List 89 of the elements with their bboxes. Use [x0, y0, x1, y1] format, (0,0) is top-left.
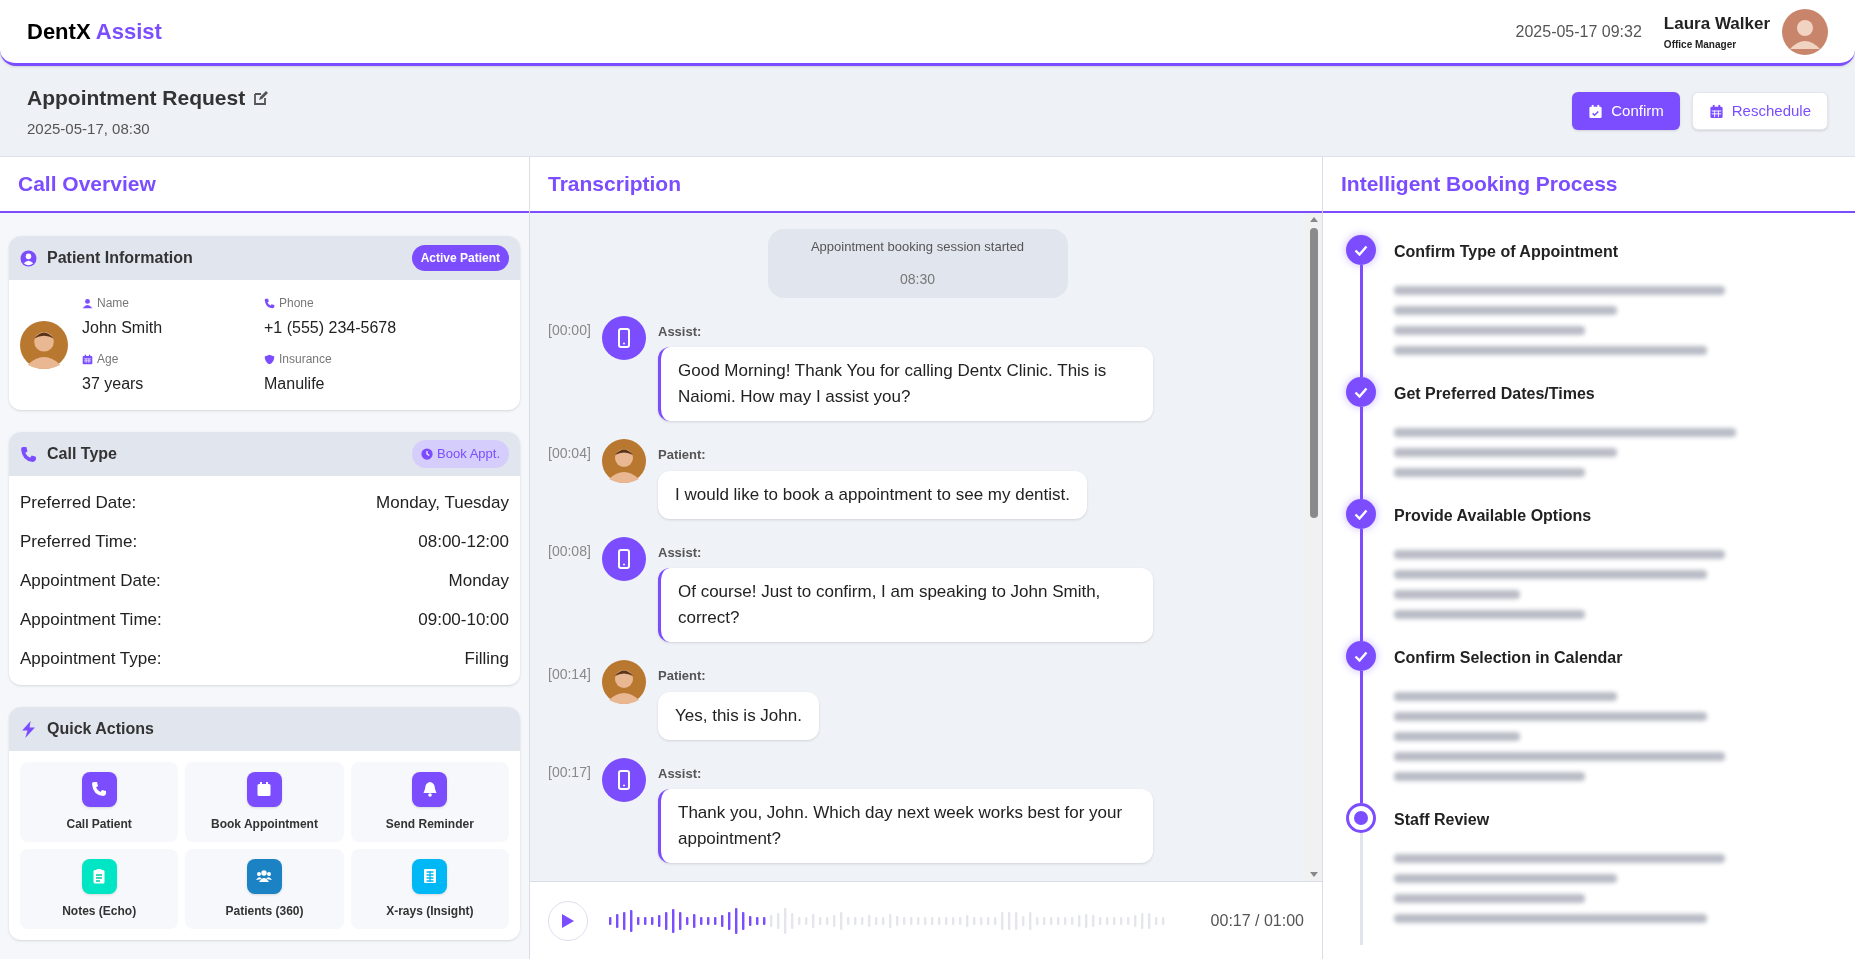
- user-name: Laura Walker: [1663, 13, 1770, 36]
- message-bubble: I would like to book a appointment to see my dentist.: [658, 470, 1087, 519]
- edit-icon[interactable]: [253, 89, 270, 106]
- scrollbar[interactable]: [1305, 213, 1322, 881]
- panel-title: Call Overview: [18, 171, 156, 198]
- step-title: Confirm Type of Appointment: [1394, 242, 1619, 262]
- clock-icon: [421, 448, 434, 460]
- timestamp: [00:04]: [548, 444, 590, 463]
- speaker-label: Assist:: [658, 322, 703, 341]
- patient-avatar: [602, 660, 646, 704]
- calendar-check-icon: [256, 781, 273, 797]
- timestamp: [00:08]: [548, 541, 590, 561]
- field-label: Age: [97, 351, 119, 368]
- timestamp: [00:14]: [548, 665, 590, 684]
- smartphone-icon: [618, 327, 630, 348]
- speaker-label: Patient:: [658, 446, 707, 464]
- phone-icon: [20, 445, 37, 463]
- detail-label: Preferred Date:: [20, 491, 137, 514]
- users-icon: [256, 868, 273, 884]
- detail-value: 08:00-12:00: [418, 530, 509, 553]
- phone-icon: [91, 781, 108, 797]
- panel-title: Intelligent Booking Process: [1341, 171, 1618, 198]
- quick-action-tile[interactable]: Patients (360): [185, 849, 344, 929]
- speaker-label: Assist:: [658, 764, 703, 783]
- detail-label: Appointment Type:: [20, 647, 162, 670]
- smartphone-icon: [618, 548, 630, 569]
- step-title: Get Preferred Dates/Times: [1394, 384, 1596, 404]
- call-type-badge: Book Appt.: [412, 440, 509, 468]
- card-title: Patient Information: [47, 248, 193, 268]
- field-value: +1 (555) 234-5678: [264, 318, 398, 338]
- detail-value: Monday: [448, 569, 509, 592]
- message-bubble: Yes, this is John.: [658, 691, 819, 740]
- quick-action-tile[interactable]: Notes (Echo): [20, 849, 179, 929]
- detail-label: Appointment Date:: [20, 569, 161, 592]
- detail-label: Preferred Time:: [20, 530, 138, 553]
- field-value: 37 years: [82, 374, 145, 394]
- bell-icon: [421, 781, 438, 797]
- calendar-check-icon: [1588, 103, 1604, 119]
- calendar-icon: [1708, 103, 1724, 119]
- detail-value: 09:00-10:00: [418, 608, 509, 631]
- person-icon: [82, 297, 93, 309]
- quick-action-tile[interactable]: X-rays (Insight): [350, 849, 509, 929]
- current-datetime: 2025-05-17 09:32: [1515, 21, 1642, 42]
- message-bubble: Good Morning! Thank You for calling Dentx Clinic. This is Naiomi. How may I assist you?: [658, 347, 1153, 421]
- field-label: Insurance: [279, 351, 332, 368]
- playback-time: 00:17 / 01:00: [1210, 910, 1304, 931]
- card-title: Quick Actions: [47, 719, 154, 739]
- timestamp: [00:00]: [548, 320, 590, 340]
- reschedule-button[interactable]: Reschedule: [1691, 92, 1828, 130]
- detail-value: Filling: [464, 647, 509, 670]
- patient-avatar: [602, 439, 646, 483]
- calendar-icon: [82, 353, 93, 365]
- detail-label: Appointment Time:: [20, 608, 162, 631]
- page-title: Appointment Request: [27, 85, 246, 111]
- session-time: 08:30: [899, 269, 935, 289]
- status-badge: Active Patient: [411, 245, 509, 271]
- shield-icon: [264, 353, 275, 365]
- field-value: Manulife: [264, 374, 326, 394]
- field-label: Name: [97, 295, 129, 312]
- request-datetime: 2025-05-17, 08:30: [27, 118, 151, 139]
- app-logo: DentX Assist: [27, 18, 162, 46]
- field-label: Phone: [279, 295, 314, 312]
- session-text: Appointment booking session started: [810, 238, 1025, 256]
- detail-value: Monday, Tuesday: [376, 491, 509, 514]
- clipboard-icon: [91, 868, 108, 884]
- step-title: Provide Available Options: [1394, 506, 1593, 526]
- step-title: Staff Review: [1394, 810, 1491, 830]
- smartphone-icon: [618, 769, 630, 790]
- quick-action-tile[interactable]: Book Appointment: [185, 762, 344, 842]
- confirm-button[interactable]: Confirm: [1572, 92, 1680, 130]
- message-bubble: Thank you, John. Which day next week works best for your appointment?: [658, 789, 1153, 863]
- patient-avatar: [20, 321, 68, 369]
- phone-icon: [264, 297, 275, 309]
- quick-action-tile[interactable]: Send Reminder: [350, 762, 509, 842]
- scroll-icon: [421, 868, 438, 884]
- message-bubble: Of course! Just to confirm, I am speaking to John Smith, correct?: [658, 568, 1153, 642]
- step-title: Confirm Selection in Calendar: [1394, 648, 1624, 668]
- quick-action-tile[interactable]: Call Patient: [20, 762, 179, 842]
- play-icon: [562, 913, 574, 928]
- panel-title: Transcription: [548, 171, 682, 198]
- user-circle-icon: [20, 249, 37, 267]
- user-role: Office Manager: [1663, 37, 1738, 52]
- lightning-icon: [20, 720, 37, 738]
- card-title: Call Type: [47, 444, 117, 464]
- timestamp: [00:17]: [548, 762, 590, 782]
- speaker-label: Patient:: [658, 667, 707, 685]
- field-value: John Smith: [82, 318, 164, 338]
- user-avatar[interactable]: [1782, 8, 1828, 55]
- speaker-label: Assist:: [658, 543, 703, 562]
